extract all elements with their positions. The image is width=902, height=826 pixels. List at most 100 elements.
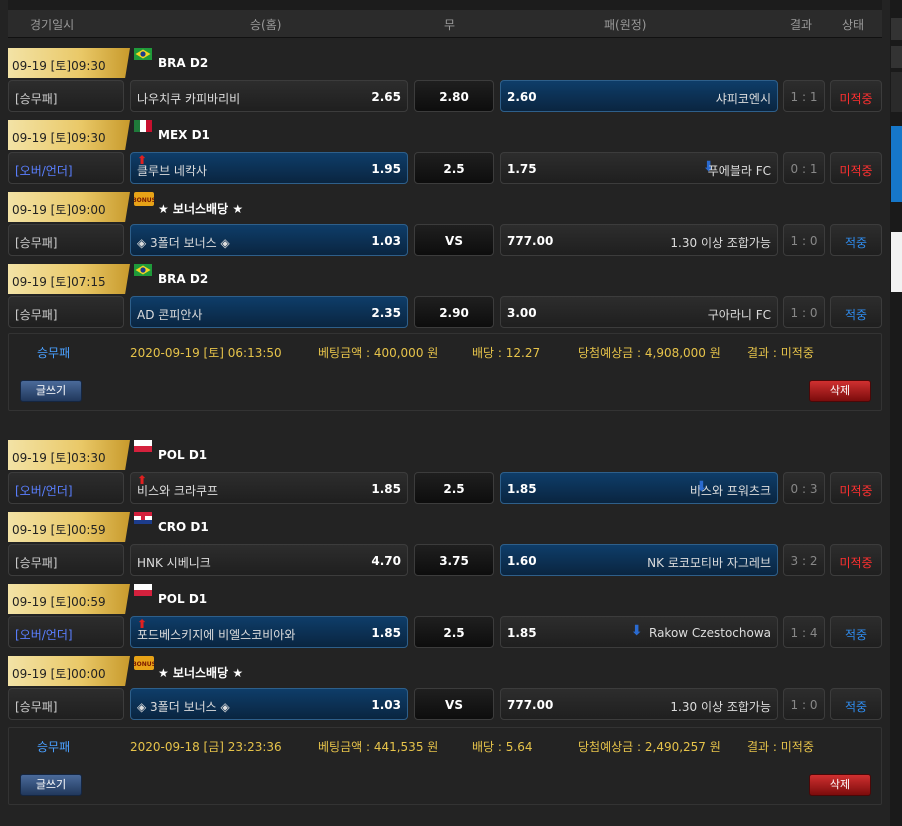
side-widget[interactable] <box>891 46 902 68</box>
write-button[interactable]: 글쓰기 <box>20 774 82 796</box>
draw-odds-button[interactable]: 2.5 <box>414 152 494 184</box>
slip-summary: 승무패 2020-09-18 [금] 23:23:36 베팅금액 : 441,535… <box>8 727 882 805</box>
home-odds-button[interactable]: 나우치쿠 카피바리비 2.65 <box>130 80 408 112</box>
side-widget[interactable] <box>891 18 902 40</box>
draw-odds-button[interactable]: VS <box>414 224 494 256</box>
home-odds-button[interactable]: 비스와 크라쿠프 ⬆ 1.85 <box>130 472 408 504</box>
brazil-flag-icon <box>134 48 152 60</box>
away-odds-button[interactable]: 3.00 구아라니 FC <box>500 296 778 328</box>
summary-bet-amount: 베팅금액 : 400,000 원 <box>318 346 439 360</box>
draw-odds-button[interactable]: 2.90 <box>414 296 494 328</box>
bet-slip: 09-19 [토]09:30 BRA D2 [승무패] 나우치쿠 카피바리비 2.65 2… <box>8 42 882 330</box>
league-name: POL D1 <box>158 448 208 462</box>
draw-odds-button[interactable]: 2.5 <box>414 472 494 504</box>
summary-odds: 배당 : 5.64 <box>472 740 533 754</box>
match-date-badge: 09-19 [토]00:59 <box>8 584 130 614</box>
league-row: 09-19 [토]00:59 POL D1 <box>8 578 882 614</box>
bet-type: [승무패] <box>8 80 124 112</box>
summary-time: 2020-09-19 [토] 06:13:50 <box>130 346 282 360</box>
home-odds-button[interactable]: 클루브 네칵사 ⬆ 1.95 <box>130 152 408 184</box>
delete-button[interactable]: 삭제 <box>809 380 871 402</box>
league-name: MEX D1 <box>158 128 210 142</box>
home-team-name: AD 콘피안사 <box>137 308 203 322</box>
match-status: 미적중 <box>830 544 882 576</box>
away-team-name: NK 로코모티바 자그레브 <box>647 556 771 570</box>
poland-flag-icon <box>134 584 152 596</box>
bonus-flag-icon: BONUS <box>132 192 156 206</box>
league-name: ★ 보너스배당 ★ <box>158 666 244 680</box>
summary-result: 결과 : 미적중 <box>747 346 814 360</box>
away-odd: 777.00 <box>507 234 554 248</box>
away-team-name: 1.30 이상 조합가능 <box>670 700 771 714</box>
match-date-badge: 09-19 [토]00:59 <box>8 512 130 542</box>
away-team-name: 구아라니 FC <box>707 308 771 322</box>
side-banner[interactable] <box>891 232 902 292</box>
away-odds-button[interactable]: 777.00 1.30 이상 조합가능 <box>500 688 778 720</box>
bet-type: [승무패] <box>8 296 124 328</box>
delete-button[interactable]: 삭제 <box>809 774 871 796</box>
home-odd: 4.70 <box>371 554 401 568</box>
draw-odds-button[interactable]: 2.80 <box>414 80 494 112</box>
write-button[interactable]: 글쓰기 <box>20 380 82 402</box>
match-row: [오버/언더] 비스와 크라쿠프 ⬆ 1.85 2.5 1.85 ⬇ 비스와 프워츠크 0 : … <box>8 470 882 506</box>
summary-time: 2020-09-18 [금] 23:23:36 <box>130 740 282 754</box>
away-odd: 1.60 <box>507 554 537 568</box>
league-row: 09-19 [토]00:59 CRO D1 <box>8 506 882 542</box>
side-widget[interactable] <box>891 72 902 112</box>
header-draw: 무 <box>444 18 456 32</box>
brazil-flag-icon <box>134 264 152 276</box>
home-odds-button[interactable]: ◈ 3폴더 보너스 ◈ 1.03 <box>130 224 408 256</box>
match-row: [승무패] AD 콘피안사 2.35 2.90 3.00 구아라니 FC 1 : 0 적중 <box>8 294 882 330</box>
away-team-name: 1.30 이상 조합가능 <box>670 236 771 250</box>
mexico-flag-icon <box>134 120 152 132</box>
header-result: 결과 <box>790 18 813 32</box>
home-odd: 1.03 <box>371 234 401 248</box>
home-odds-button[interactable]: 포드베스키지에 비엘스코비아와 ⬆ 1.85 <box>130 616 408 648</box>
summary-type: 승무패 <box>37 740 71 754</box>
match-row: [승무패] ◈ 3폴더 보너스 ◈ 1.03 VS 777.00 1.30 이상 조합가능… <box>8 222 882 258</box>
match-result: 1 : 1 <box>783 80 825 112</box>
poland-flag-icon <box>134 440 152 452</box>
home-team-name: 포드베스키지에 비엘스코비아와 <box>137 628 296 642</box>
draw-odds-button[interactable]: 2.5 <box>414 616 494 648</box>
away-odds-button[interactable]: 1.60 NK 로코모티바 자그레브 <box>500 544 778 576</box>
match-status: 적중 <box>830 688 882 720</box>
away-odds-button[interactable]: 777.00 1.30 이상 조합가능 <box>500 224 778 256</box>
slip-summary: 승무패 2020-09-19 [토] 06:13:50 베팅금액 : 400,000… <box>8 333 882 411</box>
league-name: ★ 보너스배당 ★ <box>158 202 244 216</box>
arrow-down-icon: ⬇ <box>630 623 643 639</box>
home-odds-button[interactable]: HNK 시베니크 4.70 <box>130 544 408 576</box>
away-odd: 777.00 <box>507 698 554 712</box>
away-odd: 2.60 <box>507 90 537 104</box>
match-result: 1 : 0 <box>783 224 825 256</box>
league-row: 09-19 [토]00:00 BONUS ★ 보너스배당 ★ <box>8 650 882 686</box>
home-team-name: 클루브 네칵사 <box>137 164 208 178</box>
home-odd: 2.65 <box>371 90 401 104</box>
match-status: 미적중 <box>830 80 882 112</box>
league-name: CRO D1 <box>158 520 209 534</box>
right-side-panel <box>890 0 902 826</box>
home-odds-button[interactable]: ◈ 3폴더 보너스 ◈ 1.03 <box>130 688 408 720</box>
home-odd: 1.85 <box>371 626 401 640</box>
match-row: [승무패] 나우치쿠 카피바리비 2.65 2.80 2.60 샤피코엔시 1 : 1 미적중 <box>8 78 882 114</box>
header-status: 상태 <box>842 18 865 32</box>
side-banner[interactable] <box>891 126 902 202</box>
away-odds-button[interactable]: 1.85 ⬇ Rakow Czestochowa <box>500 616 778 648</box>
match-result: 0 : 1 <box>783 152 825 184</box>
league-row: 09-19 [토]07:15 BRA D2 <box>8 258 882 294</box>
home-odd: 2.35 <box>371 306 401 320</box>
bet-slip: 09-19 [토]03:30 POL D1 [오버/언더] 비스와 크라쿠프 ⬆ 1.85… <box>8 434 882 722</box>
bet-type: [승무패] <box>8 688 124 720</box>
home-odds-button[interactable]: AD 콘피안사 2.35 <box>130 296 408 328</box>
draw-odds-button[interactable]: 3.75 <box>414 544 494 576</box>
draw-odds-button[interactable]: VS <box>414 688 494 720</box>
svg-text:BONUS: BONUS <box>134 197 154 204</box>
away-team-name: 푸에블라 FC <box>707 164 771 178</box>
away-odds-button[interactable]: 1.75 ⬇ 푸에블라 FC <box>500 152 778 184</box>
league-row: 09-19 [토]03:30 POL D1 <box>8 434 882 470</box>
away-team-name: 비스와 프워츠크 <box>689 484 771 498</box>
bet-type: [승무패] <box>8 224 124 256</box>
summary-result: 결과 : 미적중 <box>747 740 814 754</box>
away-odds-button[interactable]: 2.60 샤피코엔시 <box>500 80 778 112</box>
away-odds-button[interactable]: 1.85 ⬇ 비스와 프워츠크 <box>500 472 778 504</box>
